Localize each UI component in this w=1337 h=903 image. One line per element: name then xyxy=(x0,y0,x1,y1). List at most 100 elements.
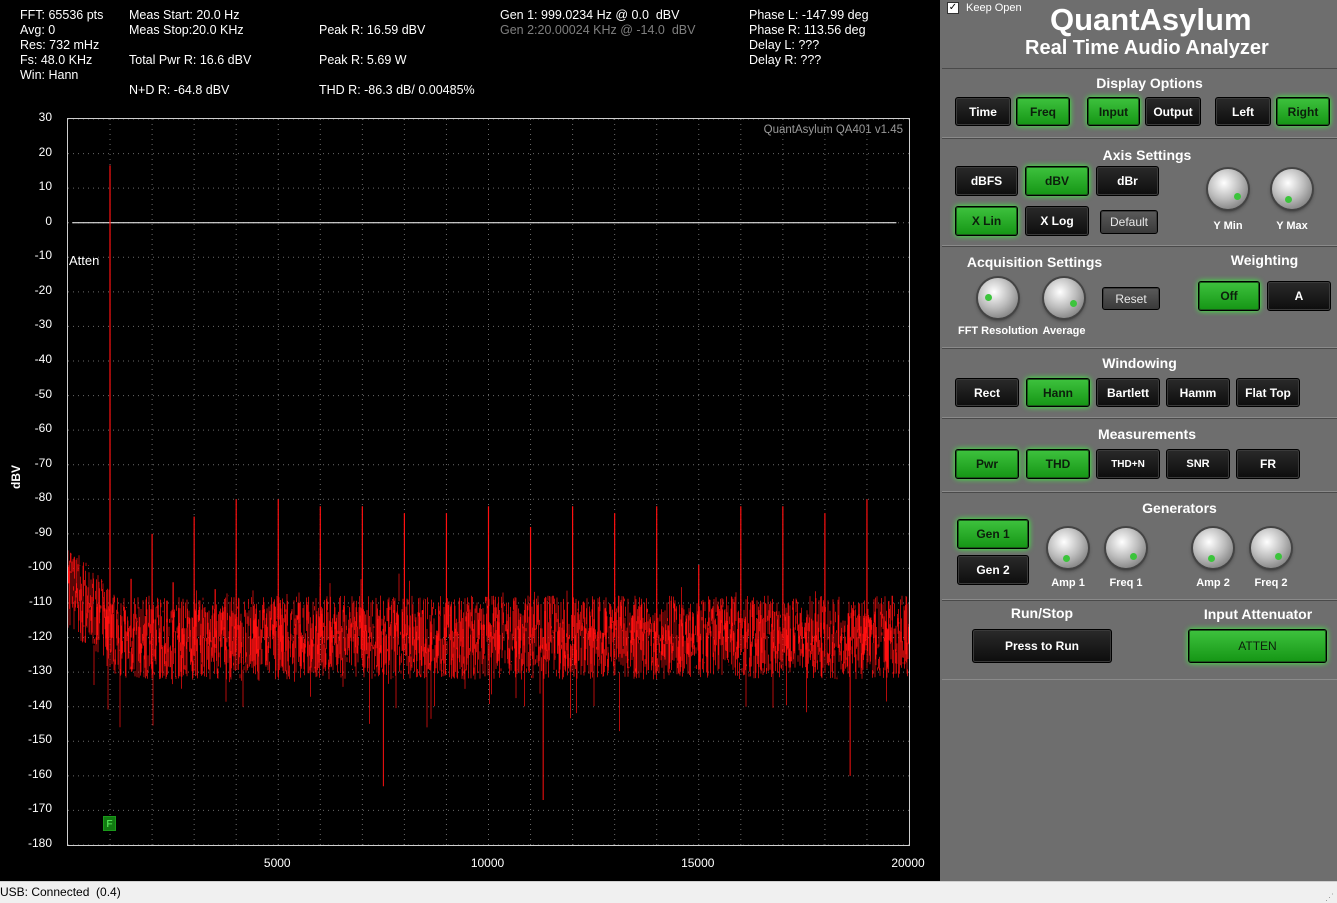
xlog-button[interactable]: X Log xyxy=(1025,206,1089,236)
weighting-title: Weighting xyxy=(1230,252,1299,268)
flattop-button[interactable]: Flat Top xyxy=(1236,378,1300,407)
amp1-knob[interactable] xyxy=(1048,528,1088,568)
run-stop-title: Run/Stop xyxy=(1010,605,1074,621)
thd-readout: THD R: -86.3 dB/ 0.00485% xyxy=(319,83,475,97)
marker-f[interactable]: F xyxy=(103,816,116,831)
gen2-button[interactable]: Gen 2 xyxy=(957,555,1029,585)
windowing-title: Windowing xyxy=(1102,355,1177,371)
x-tick-label: 20000 xyxy=(891,856,925,870)
nd-readout: N+D R: -64.8 dBV xyxy=(129,83,230,97)
hann-button[interactable]: Hann xyxy=(1026,378,1090,407)
reset-button[interactable]: Reset xyxy=(1102,287,1160,310)
peak-dbv-readout: Peak R: 16.59 dBV xyxy=(319,23,426,37)
ymax-knob[interactable] xyxy=(1272,169,1312,209)
status-bar: USB: Connected (0.4) ⋰ xyxy=(0,881,1337,903)
y-tick-label: -90 xyxy=(34,524,52,539)
y-tick-label: -130 xyxy=(27,663,52,678)
peak-w-readout: Peak R: 5.69 W xyxy=(319,53,407,67)
y-tick-label: 0 xyxy=(45,213,52,228)
press-to-run-button[interactable]: Press to Run xyxy=(972,629,1112,663)
status-text: USB: Connected (0.4) xyxy=(0,885,121,899)
win-readout: Win: Hann xyxy=(20,68,79,82)
y-tick-label: -170 xyxy=(27,801,52,816)
freq2-label: Freq 2 xyxy=(1254,577,1288,589)
y-tick-label: -100 xyxy=(27,559,52,574)
avg-readout: Avg: 0 xyxy=(20,23,56,37)
dbv-button[interactable]: dBV xyxy=(1025,166,1089,196)
weighting-off-button[interactable]: Off xyxy=(1198,281,1260,311)
default-button[interactable]: Default xyxy=(1100,210,1158,234)
fft-readout: FFT: 65536 pts xyxy=(20,8,104,22)
delay-r-readout: Delay R: ??? xyxy=(749,53,822,67)
acquisition-title: Acquisition Settings xyxy=(966,254,1103,270)
keep-open-checkbox[interactable]: ✓ xyxy=(947,2,959,14)
fr-button[interactable]: FR xyxy=(1236,449,1300,479)
keep-open-label: Keep Open xyxy=(966,2,1022,14)
total-pwr-readout: Total Pwr R: 16.6 dBV xyxy=(129,53,252,67)
freq1-knob[interactable] xyxy=(1106,528,1146,568)
measurements-title: Measurements xyxy=(1097,426,1197,442)
pwr-button[interactable]: Pwr xyxy=(955,449,1019,479)
resize-grip-icon[interactable]: ⋰ xyxy=(1325,892,1335,902)
thdn-button[interactable]: THD+N xyxy=(1096,449,1160,479)
gen1-readout: Gen 1: 999.0234 Hz @ 0.0 dBV xyxy=(500,8,680,22)
meas-start-readout: Meas Start: 20.0 Hz xyxy=(129,8,240,22)
watermark: QuantAsylum QA401 v1.45 xyxy=(763,124,903,136)
y-tick-label: -50 xyxy=(34,386,52,401)
delay-l-readout: Delay L: ??? xyxy=(749,38,820,52)
left-button[interactable]: Left xyxy=(1215,97,1271,126)
y-tick-label: 30 xyxy=(38,110,52,124)
grid xyxy=(68,119,909,845)
average-knob[interactable] xyxy=(1044,278,1084,318)
amp2-knob[interactable] xyxy=(1193,528,1233,568)
snr-button[interactable]: SNR xyxy=(1166,449,1230,479)
freq-button[interactable]: Freq xyxy=(1016,97,1070,126)
dbr-button[interactable]: dBr xyxy=(1096,166,1159,196)
y-tick-label: -140 xyxy=(27,697,52,712)
y-tick-label: -150 xyxy=(27,732,52,747)
run-stop-section: Run/Stop Press to Run Input Attenuator A… xyxy=(942,600,1337,680)
input-button[interactable]: Input xyxy=(1087,97,1140,126)
ymin-label: Y Min xyxy=(1213,220,1243,232)
weighting-a-button[interactable]: A xyxy=(1267,281,1331,311)
plot-frame[interactable]: QuantAsylum QA401 v1.45 Atten F xyxy=(67,118,910,846)
y-tick-label: 20 xyxy=(38,144,52,159)
brand-title: QuantAsylum xyxy=(1050,2,1252,37)
y-tick-label: -30 xyxy=(34,317,52,332)
freq2-knob[interactable] xyxy=(1251,528,1291,568)
acquisition-section: Acquisition Settings FFT Resolution Aver… xyxy=(942,246,1337,348)
y-tick-label: -80 xyxy=(34,490,52,505)
ymax-label: Y Max xyxy=(1276,220,1308,232)
xlin-button[interactable]: X Lin xyxy=(955,206,1018,236)
y-tick-label: -10 xyxy=(34,248,52,263)
spectrum-svg xyxy=(68,119,909,845)
phase-r-readout: Phase R: 113.56 deg xyxy=(749,23,866,37)
gen1-button[interactable]: Gen 1 xyxy=(957,519,1029,549)
rect-button[interactable]: Rect xyxy=(955,378,1019,407)
dbfs-button[interactable]: dBFS xyxy=(955,166,1018,196)
control-panel: ✓ Keep Open QuantAsylum Real Time Audio … xyxy=(940,0,1337,881)
ymin-knob[interactable] xyxy=(1208,169,1248,209)
y-tick-label: -160 xyxy=(27,766,52,781)
freq1-label: Freq 1 xyxy=(1109,577,1143,589)
fs-readout: Fs: 48.0 KHz xyxy=(20,53,93,67)
thd-button[interactable]: THD xyxy=(1026,449,1090,479)
x-tick-label: 5000 xyxy=(263,856,291,870)
time-button[interactable]: Time xyxy=(955,97,1011,126)
measurements-section: Measurements Pwr THD THD+N SNR FR xyxy=(942,418,1337,492)
input-attenuator-title: Input Attenuator xyxy=(1203,606,1313,622)
hamm-button[interactable]: Hamm xyxy=(1166,378,1230,407)
fft-resolution-knob[interactable] xyxy=(978,278,1018,318)
output-button[interactable]: Output xyxy=(1145,97,1201,126)
res-readout: Res: 732 mHz xyxy=(20,38,100,52)
app-subtitle: Real Time Audio Analyzer xyxy=(1025,37,1269,59)
y-tick-label: 10 xyxy=(38,179,52,194)
y-tick-label: -180 xyxy=(27,836,52,850)
x-tick-label: 10000 xyxy=(470,856,505,870)
right-button[interactable]: Right xyxy=(1276,97,1330,126)
atten-button[interactable]: ATTEN xyxy=(1188,629,1327,663)
display-options-title: Display Options xyxy=(1096,75,1203,91)
y-tick-label: -60 xyxy=(34,421,52,436)
y-tick-label: -20 xyxy=(34,282,52,297)
bartlett-button[interactable]: Bartlett xyxy=(1096,378,1160,407)
